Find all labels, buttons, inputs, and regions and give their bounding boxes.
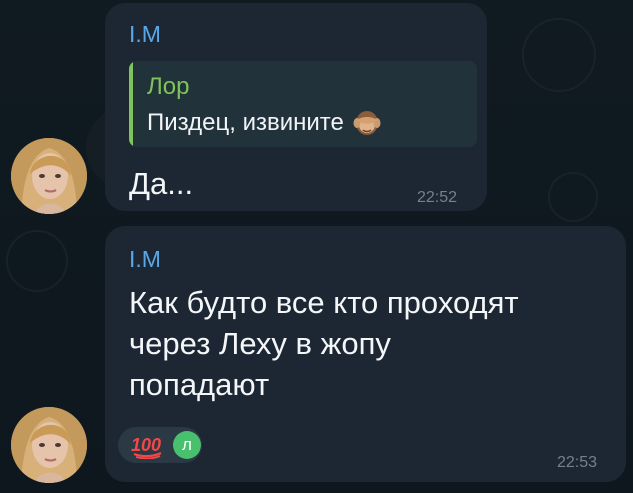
sender-name[interactable]: I.M [129,23,161,46]
reply-message-text: Пиздец, извините [147,109,344,136]
sender-avatar[interactable] [11,138,87,214]
message-text: Да... [129,166,194,201]
background-doodle [6,230,68,292]
message-text: Как будто все кто проходят через Леху в … [129,285,519,402]
message-time: 22:53 [557,454,598,471]
reaction-pill[interactable]: 100 л [118,427,202,463]
sender-avatar[interactable] [11,407,87,483]
hundred-points-text: 100 [131,435,161,455]
reaction-user-avatar: л [173,431,201,459]
sender-name[interactable]: I.M [129,248,161,271]
reply-accent-bar [129,61,133,147]
reply-sender-name: Лор [147,73,190,100]
background-doodle [522,18,596,92]
message-bubble[interactable]: I.M Как будто все кто проходят через Лех… [105,226,626,482]
see-no-evil-monkey-icon [352,108,382,138]
message-time: 22:52 [417,189,458,206]
background-doodle [548,172,598,222]
message-bubble[interactable]: I.M Лор Пиздец, извините Да... 22:52 [105,3,487,211]
hundred-points-icon: 100 [130,431,164,460]
reply-message: Пиздец, извините [147,108,382,138]
reply-preview[interactable]: Лор Пиздец, извините [129,61,477,147]
